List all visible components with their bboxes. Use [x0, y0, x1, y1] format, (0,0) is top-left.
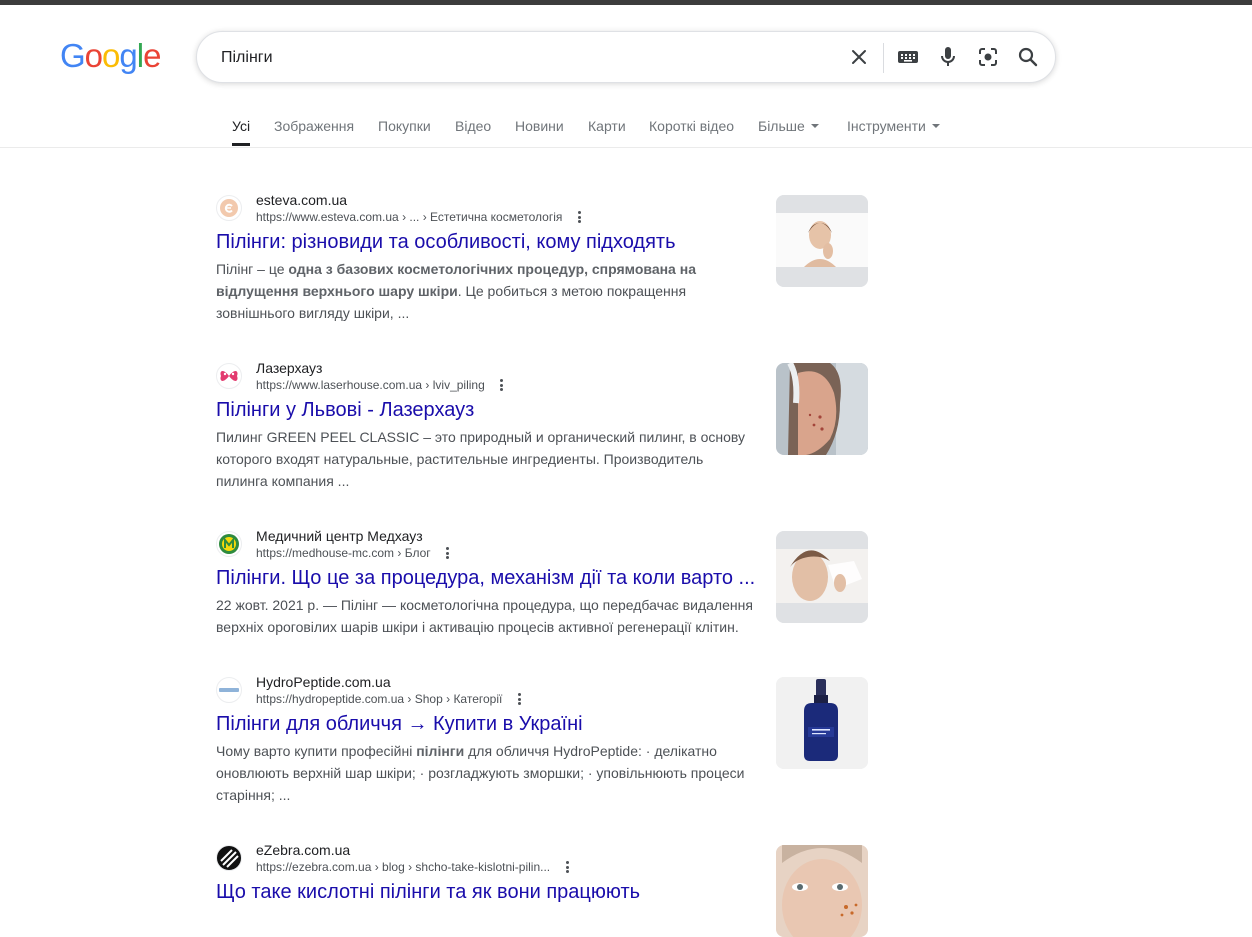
- result-thumbnail[interactable]: [776, 363, 868, 455]
- search-box: [196, 31, 1056, 83]
- snippet-text: Пілінг – це: [216, 261, 289, 277]
- logo-letter: g: [119, 37, 137, 74]
- result-thumbnail[interactable]: [776, 531, 868, 623]
- result-snippet: Пилинг GREEN PEEL CLASSIC – это природны…: [216, 429, 746, 489]
- more-options-icon[interactable]: [560, 861, 574, 873]
- more-options-icon[interactable]: [495, 379, 509, 391]
- site-favicon[interactable]: [216, 363, 242, 389]
- search-divider: [883, 43, 884, 73]
- tab-tools[interactable]: Інструменти: [847, 112, 940, 140]
- result-site-name[interactable]: Лазерхауз: [256, 360, 322, 376]
- result-url[interactable]: https://www.laserhouse.com.ua › lviv_pil…: [256, 378, 509, 392]
- search-icon[interactable]: [1012, 41, 1044, 73]
- browser-top-strip: [0, 0, 1252, 5]
- result-site-name[interactable]: HydroPeptide.com.ua: [256, 674, 391, 690]
- result-url-text: https://hydropeptide.com.ua › Shop › Кат…: [256, 692, 503, 706]
- result-thumbnail[interactable]: [776, 845, 868, 937]
- result-url[interactable]: https://medhouse-mc.com › Блог: [256, 546, 455, 560]
- tab-more[interactable]: Більше: [758, 112, 819, 140]
- result-site-name[interactable]: eZebra.com.ua: [256, 842, 350, 858]
- site-favicon[interactable]: [216, 531, 242, 557]
- microphone-icon[interactable]: [932, 41, 964, 73]
- result-title-link[interactable]: Пілінги: різновиди та особливості, кому …: [216, 229, 676, 255]
- caret-down-icon: [810, 124, 819, 129]
- result-thumbnail[interactable]: [776, 195, 868, 287]
- logo-letter: e: [143, 37, 161, 74]
- search-input[interactable]: [219, 44, 823, 72]
- tabs-divider: [0, 147, 1252, 148]
- logo-letter: G: [60, 37, 86, 74]
- result-url-text: https://medhouse-mc.com › Блог: [256, 546, 431, 560]
- result-url[interactable]: https://ezebra.com.ua › blog › shcho-tak…: [256, 860, 574, 874]
- tab-short-videos[interactable]: Короткі відео: [649, 112, 734, 140]
- result-title-link[interactable]: Пілінги для обличчя → Купити в Україні: [216, 711, 583, 737]
- result-url[interactable]: https://www.esteva.com.ua › ... › Естети…: [256, 210, 586, 224]
- tab-maps[interactable]: Карти: [588, 112, 626, 140]
- result-title-link[interactable]: Пілінги у Львові - Лазерхауз: [216, 397, 474, 423]
- tab-shopping[interactable]: Покупки: [378, 112, 431, 140]
- snippet-highlight: пілінги: [416, 743, 465, 759]
- tab-all[interactable]: Усі: [232, 112, 250, 140]
- tab-news[interactable]: Новини: [515, 112, 564, 140]
- tab-images[interactable]: Зображення: [274, 112, 354, 140]
- result-url[interactable]: https://hydropeptide.com.ua › Shop › Кат…: [256, 692, 526, 706]
- site-favicon[interactable]: [216, 845, 242, 871]
- snippet-text: Чому варто купити професійні: [216, 743, 417, 759]
- clear-icon[interactable]: [843, 41, 875, 73]
- tab-more-label: Більше: [758, 118, 805, 134]
- result-title-link[interactable]: Пілінги. Що це за процедура, механізм ді…: [216, 565, 755, 591]
- result-title-link[interactable]: Що таке кислотні пілінги та як вони прац…: [216, 879, 640, 905]
- result-snippet: 22 жовт. 2021 р. — Пілінг — косметологіч…: [216, 597, 753, 635]
- tab-videos[interactable]: Відео: [455, 112, 491, 140]
- more-options-icon[interactable]: [512, 693, 526, 705]
- active-tab-indicator: [232, 143, 250, 146]
- result-site-name[interactable]: esteva.com.ua: [256, 192, 347, 208]
- site-favicon[interactable]: [216, 677, 242, 703]
- site-favicon[interactable]: [216, 195, 242, 221]
- result-thumbnail[interactable]: [776, 677, 868, 769]
- keyboard-icon[interactable]: [892, 41, 924, 73]
- more-options-icon[interactable]: [572, 211, 586, 223]
- google-logo[interactable]: Google: [60, 36, 161, 76]
- tab-tools-label: Інструменти: [847, 118, 926, 134]
- result-site-name[interactable]: Медичний центр Медхауз: [256, 528, 423, 544]
- more-options-icon[interactable]: [441, 547, 455, 559]
- result-url-text: https://ezebra.com.ua › blog › shcho-tak…: [256, 860, 551, 874]
- caret-down-icon: [931, 124, 940, 129]
- result-snippet: Чому варто купити професійні пілінги для…: [216, 740, 756, 806]
- result-url-text: https://www.esteva.com.ua › ... › Естети…: [256, 210, 563, 224]
- logo-letter: o: [84, 37, 103, 74]
- logo-letter: o: [102, 37, 120, 74]
- result-url-text: https://www.laserhouse.com.ua › lviv_pil…: [256, 378, 485, 392]
- result-snippet: Пілінг – це одна з базових косметологічн…: [216, 258, 756, 324]
- google-lens-icon[interactable]: [972, 41, 1004, 73]
